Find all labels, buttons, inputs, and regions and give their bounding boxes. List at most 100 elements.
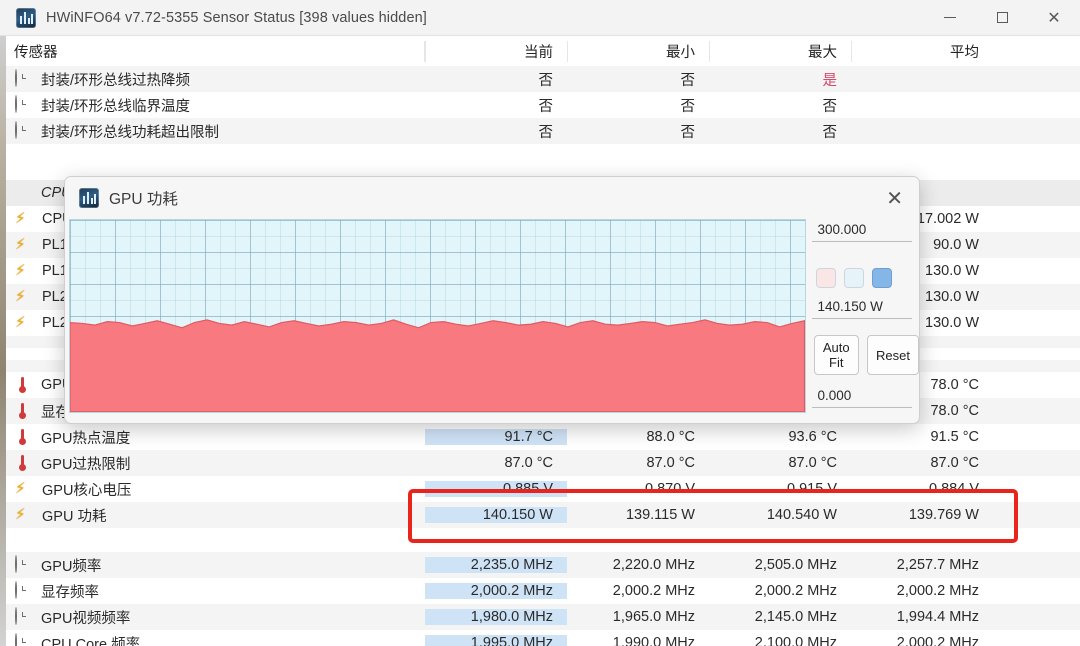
column-header-current[interactable]: 当前 [425,40,567,62]
value-current: 87.0 °C [504,455,553,471]
bolt-icon: ⚡ [15,314,26,331]
color-swatch-cyan[interactable] [843,268,864,288]
value-max: 否 [822,124,838,141]
chart-controls-panel: 300.000 140.150 W Auto Fit Reset 0.000 [811,219,919,423]
chart-min-value[interactable]: 0.000 [811,385,912,408]
thermometer-icon [14,428,34,446]
popup-title: GPU 功耗 [109,191,178,208]
popup-close-icon[interactable]: ✕ [886,188,903,208]
value-current: 否 [538,72,554,89]
sensor-label: GPU 功耗 [42,508,107,525]
value-min: 88.0 °C [646,429,695,445]
table-row-gpu-power[interactable]: ⚡ GPU 功耗 140.150 W 139.115 W 140.540 W 1… [0,502,1080,528]
window-controls: ✕ [924,0,1080,36]
clock-icon [14,581,34,600]
value-max: 87.0 °C [788,455,837,471]
value-min: 87.0 °C [646,455,695,471]
value-min: 0.870 V [645,481,695,497]
sensor-label: GPU核心电压 [42,482,132,499]
clock-icon [14,69,34,88]
minimize-button[interactable] [924,0,976,36]
value-current: 2,000.2 MHz [425,583,567,599]
value-current: 否 [538,124,554,141]
table-row[interactable]: ⚡ GPU核心电压 0.885 V 0.870 V 0.915 V 0.884 … [0,476,1080,502]
table-row[interactable]: CPU Core 频率 1,995.0 MHz 1,990.0 MHz 2,10… [0,630,1080,646]
gpu-power-graph-window[interactable]: GPU 功耗 ✕ 300.000 140.150 W Auto Fit Rese… [64,176,920,424]
chart-series-svg [70,319,805,412]
sensor-name-cell: ⚡ GPU 功耗 [0,505,425,526]
window-title: HWiNFO64 v7.72-5355 Sensor Status [398 v… [46,9,427,26]
value-avg: 87.0 °C [930,455,979,471]
sensor-name-cell: ⚡ GPU核心电压 [0,479,425,500]
column-header-avg[interactable]: 平均 [851,40,993,62]
sensor-name-cell: GPU热点温度 [0,427,425,448]
chart-max-value[interactable]: 300.000 [811,219,912,242]
table-gap [0,156,1080,168]
table-row[interactable]: GPU过热限制 87.0 °C 87.0 °C 87.0 °C 87.0 °C [0,450,1080,476]
value-min: 139.115 W [625,507,695,523]
sensor-label: CPU Core 频率 [41,636,141,646]
value-current: 0.885 V [425,481,567,497]
color-swatch-pink[interactable] [815,268,836,288]
value-current: 否 [538,98,554,115]
clock-icon [14,555,34,574]
column-header-min[interactable]: 最小 [567,40,709,62]
value-current: 91.7 °C [425,429,567,445]
bolt-icon: ⚡ [15,262,26,279]
value-avg: 2,000.2 MHz [896,583,979,599]
sensor-name-cell: 显存频率 [0,581,425,602]
value-min: 否 [680,72,696,89]
value-min: 1,990.0 MHz [612,635,695,646]
sensor-label: 显存频率 [41,584,99,601]
column-header-sensor[interactable]: 传感器 [0,40,425,62]
table-row[interactable]: GPU热点温度 91.7 °C 88.0 °C 93.6 °C 91.5 °C [0,424,1080,450]
color-swatch-blue-selected[interactable] [871,268,892,288]
close-button[interactable]: ✕ [1028,0,1080,36]
value-avg: 0.884 V [929,481,979,497]
value-max: 是 [822,72,838,89]
hwinfo-bars-icon [79,188,99,208]
table-row[interactable]: 封装/环形总线过热降频 否 否 是 [0,66,1080,92]
table-row[interactable]: GPU视频频率 1,980.0 MHz 1,965.0 MHz 2,145.0 … [0,604,1080,630]
value-max: 2,505.0 MHz [754,557,837,573]
value-min: 否 [680,124,696,141]
chart-color-swatches [815,268,919,288]
maximize-button[interactable] [976,0,1028,36]
sensor-label: GPU视频频率 [41,610,131,627]
table-row[interactable]: 显存频率 2,000.2 MHz 2,000.2 MHz 2,000.2 MHz… [0,578,1080,604]
clock-icon [14,633,34,646]
table-gap [0,144,1080,156]
clock-icon [14,95,34,114]
column-header-max[interactable]: 最大 [709,40,851,62]
auto-fit-button[interactable]: Auto Fit [813,335,860,375]
value-max: 0.915 V [787,481,837,497]
value-min: 2,000.2 MHz [612,583,695,599]
clock-icon [14,121,34,140]
value-avg: 91.5 °C [930,429,979,445]
value-min: 否 [680,98,696,115]
reset-button[interactable]: Reset [867,335,919,375]
table-row[interactable]: 封装/环形总线功耗超出限制 否 否 否 [0,118,1080,144]
close-icon: ✕ [1047,7,1061,27]
table-row[interactable]: 封装/环形总线临界温度 否 否 否 [0,92,1080,118]
popup-titlebar: GPU 功耗 ✕ [65,177,919,219]
thermometer-icon [14,376,34,394]
chart-current-value[interactable]: 140.150 W [811,296,912,319]
sensor-label: 封装/环形总线功耗超出限制 [41,124,220,141]
value-current: 1,980.0 MHz [425,609,567,625]
chip-icon [14,184,34,202]
value-min: 1,965.0 MHz [612,609,695,625]
popup-body: 300.000 140.150 W Auto Fit Reset 0.000 [65,219,919,423]
bolt-icon: ⚡ [15,210,26,227]
table-row[interactable]: GPU频率 2,235.0 MHz 2,220.0 MHz 2,505.0 MH… [0,552,1080,578]
hwinfo-bars-icon [16,7,36,28]
sensor-label: GPU频率 [41,558,102,575]
bolt-icon: ⚡ [15,288,26,305]
sensor-name-cell: 封装/环形总线功耗超出限制 [0,121,425,142]
value-max: 2,145.0 MHz [754,609,837,625]
chart-buttons: Auto Fit Reset [813,335,919,375]
value-min: 2,220.0 MHz [612,557,695,573]
sensor-label: 封装/环形总线临界温度 [41,98,191,115]
gpu-power-chart[interactable] [69,219,806,413]
sensor-name-cell: GPU视频频率 [0,607,425,628]
